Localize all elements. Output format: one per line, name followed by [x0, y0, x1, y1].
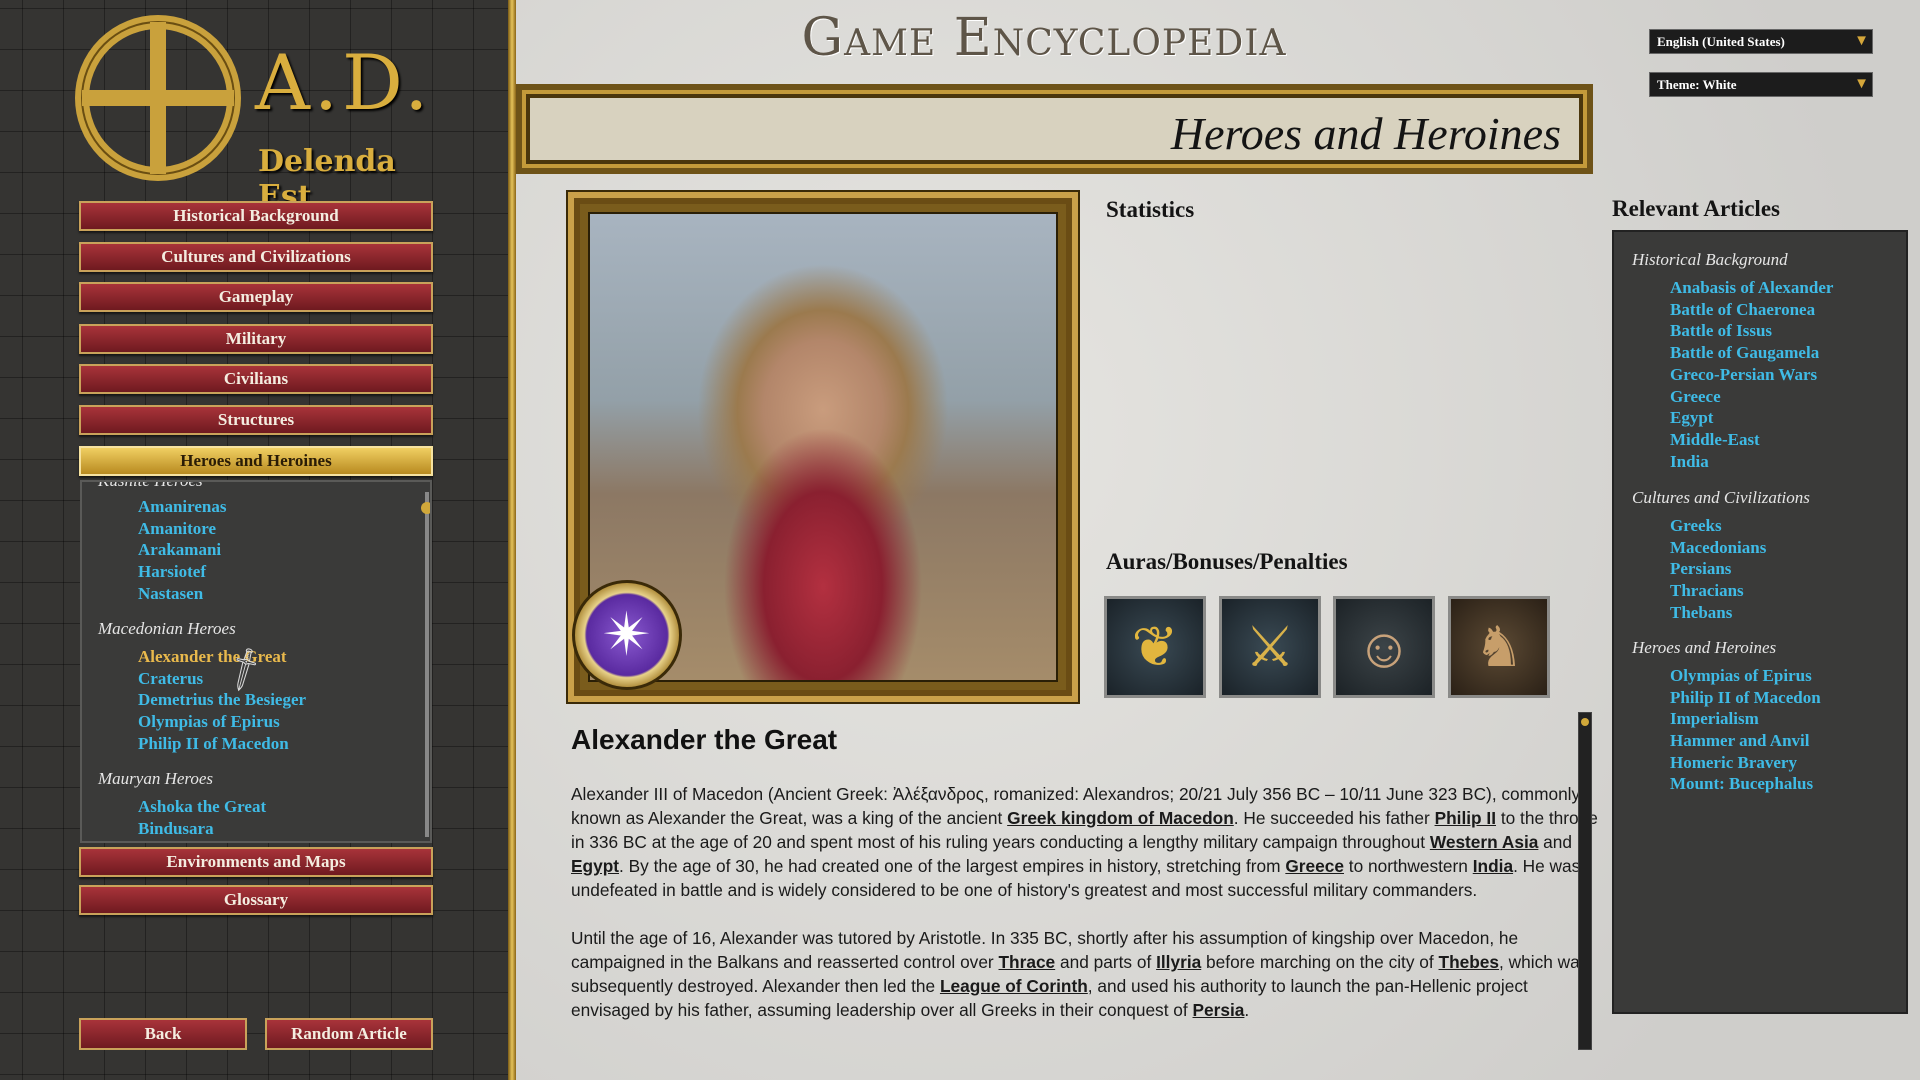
rel-item[interactable]: Anabasis of Alexander — [1670, 278, 1833, 298]
cross-circle-logo-icon — [75, 15, 241, 181]
spear-horseshoe-icon[interactable]: ⚔ — [1219, 596, 1321, 698]
rel-item[interactable]: Greeks — [1670, 516, 1722, 536]
text: and — [1543, 832, 1573, 852]
list-scrollbar[interactable] — [425, 492, 429, 837]
civ-emblem-icon: ✴ — [572, 580, 682, 690]
link-india[interactable]: India — [1473, 856, 1513, 876]
link-greece[interactable]: Greece — [1285, 856, 1344, 876]
rel-group-historical: Historical Background — [1632, 250, 1788, 269]
text: to northwestern — [1348, 856, 1468, 876]
list-item[interactable]: Bindusara — [138, 819, 214, 839]
link-philip-ii[interactable]: Philip II — [1435, 808, 1496, 828]
nav-glossary[interactable]: Glossary — [79, 885, 433, 915]
rel-group-cultures: Cultures and Civilizations — [1632, 488, 1810, 507]
hero-bust-icon[interactable]: ☺ — [1333, 596, 1435, 698]
text: and parts of — [1059, 952, 1152, 972]
nav-cultures-and-civilizations[interactable]: Cultures and Civilizations — [79, 242, 433, 272]
rel-item[interactable]: Imperialism — [1670, 709, 1759, 729]
theme-value: Theme: White — [1657, 77, 1737, 92]
rel-item[interactable]: Macedonians — [1670, 538, 1766, 558]
article-paragraph: Until the age of 16, Alexander was tutor… — [571, 926, 1603, 1022]
rel-item[interactable]: Greece — [1670, 387, 1721, 407]
list-item[interactable]: Arakamani — [138, 540, 221, 560]
nav-gameplay[interactable]: Gameplay — [79, 282, 433, 312]
language-dropdown[interactable]: English (United States) ▼ — [1649, 29, 1873, 54]
list-item[interactable]: Amanitore — [138, 519, 216, 539]
main-content: Game Encyclopedia Heroes and Heroines En… — [516, 0, 1920, 1080]
link-thrace[interactable]: Thrace — [999, 952, 1056, 972]
auras-heading: Auras/Bonuses/Penalties — [1106, 549, 1348, 574]
theme-dropdown[interactable]: Theme: White ▼ — [1649, 72, 1873, 97]
rel-item[interactable]: Hammer and Anvil — [1670, 731, 1809, 751]
rel-item[interactable]: Middle-East — [1670, 430, 1760, 450]
text: . He succeeded his father — [1233, 808, 1430, 828]
list-group-mauryan: Mauryan Heroes — [98, 769, 214, 788]
chevron-down-icon: ▼ — [1854, 76, 1869, 92]
list-item[interactable]: Craterus — [138, 669, 203, 689]
nav-military[interactable]: Military — [79, 324, 433, 354]
list-item[interactable]: Philip II of Macedon — [138, 734, 289, 754]
link-thebes[interactable]: Thebes — [1439, 952, 1500, 972]
nav-heroes-and-heroines[interactable]: Heroes and Heroines — [79, 446, 433, 476]
gold-divider — [508, 0, 516, 1080]
back-button[interactable]: Back — [79, 1018, 247, 1050]
rel-item[interactable]: Battle of Gaugamela — [1670, 343, 1819, 363]
rel-item[interactable]: Greco-Persian Wars — [1670, 365, 1817, 385]
rel-item[interactable]: Philip II of Macedon — [1670, 688, 1821, 708]
relevant-articles-heading: Relevant Articles — [1612, 196, 1780, 221]
list-item[interactable]: Harsiotef — [138, 562, 206, 582]
link-persia[interactable]: Persia — [1193, 1000, 1245, 1020]
rel-item[interactable]: India — [1670, 452, 1709, 472]
rel-group-heroes: Heroes and Heroines — [1632, 638, 1777, 657]
page-title: Game Encyclopedia — [801, 8, 1287, 68]
article-scrollbar[interactable] — [1578, 712, 1592, 1050]
list-item[interactable]: Nastasen — [138, 584, 203, 604]
rel-item[interactable]: Battle of Issus — [1670, 321, 1772, 341]
list-group-kushite: Kushite Heroes — [98, 480, 203, 490]
text: . By the age of 30, he had created one o… — [619, 856, 1281, 876]
link-western-asia[interactable]: Western Asia — [1430, 832, 1539, 852]
laurel-wreath-icon[interactable]: ❦ — [1104, 596, 1206, 698]
nav-historical-background[interactable]: Historical Background — [79, 201, 433, 231]
logo-title: A.D. — [255, 38, 433, 127]
list-item[interactable]: Amanirenas — [138, 497, 226, 517]
section-title: Heroes and Heroines — [1170, 108, 1561, 159]
game-logo: A.D. Delenda Est — [70, 10, 450, 214]
link-illyria[interactable]: Illyria — [1156, 952, 1201, 972]
rel-item[interactable]: Thracians — [1670, 581, 1744, 601]
relevant-articles-panel: Historical Background Anabasis of Alexan… — [1612, 230, 1908, 1014]
nav-civilians[interactable]: Civilians — [79, 364, 433, 394]
hero-portrait-frame: ✴ — [566, 190, 1080, 704]
sidebar: A.D. Delenda Est Historical Background C… — [0, 0, 516, 1080]
article-scroll-thumb[interactable] — [1581, 718, 1589, 726]
list-group-macedonian: Macedonian Heroes — [98, 619, 236, 638]
link-league-of-corinth[interactable]: League of Corinth — [940, 976, 1088, 996]
text: before marching on the city of — [1206, 952, 1434, 972]
link-greek-kingdom-of-macedon[interactable]: Greek kingdom of Macedon — [1007, 808, 1234, 828]
statistics-heading: Statistics — [1106, 197, 1195, 222]
list-item[interactable]: Demetrius the Besieger — [138, 690, 306, 710]
rel-item[interactable]: Thebans — [1670, 603, 1732, 623]
list-item[interactable]: Olympias of Epirus — [138, 712, 280, 732]
section-banner: Heroes and Heroines — [516, 84, 1593, 174]
rel-item[interactable]: Persians — [1670, 559, 1731, 579]
list-scroll-thumb[interactable] — [421, 502, 430, 514]
nav-structures[interactable]: Structures — [79, 405, 433, 435]
article-title: Alexander the Great — [571, 724, 838, 755]
rel-item[interactable]: Homeric Bravery — [1670, 753, 1797, 773]
rel-item[interactable]: Battle of Chaeronea — [1670, 300, 1815, 320]
language-value: English (United States) — [1657, 34, 1785, 49]
rel-item[interactable]: Olympias of Epirus — [1670, 666, 1812, 686]
random-article-button[interactable]: Random Article — [265, 1018, 433, 1050]
chevron-down-icon: ▼ — [1854, 33, 1869, 49]
text: . — [1244, 1000, 1250, 1020]
link-egypt[interactable]: Egypt — [571, 856, 619, 876]
horse-icon[interactable]: ♞ — [1448, 596, 1550, 698]
nav-environments-and-maps[interactable]: Environments and Maps — [79, 847, 433, 877]
rel-item[interactable]: Mount: Bucephalus — [1670, 774, 1813, 794]
article-paragraph: Alexander III of Macedon (Ancient Greek:… — [571, 782, 1603, 902]
rel-item[interactable]: Egypt — [1670, 408, 1713, 428]
article-body: Alexander III of Macedon (Ancient Greek:… — [571, 782, 1603, 1046]
list-item[interactable]: Ashoka the Great — [138, 797, 266, 817]
